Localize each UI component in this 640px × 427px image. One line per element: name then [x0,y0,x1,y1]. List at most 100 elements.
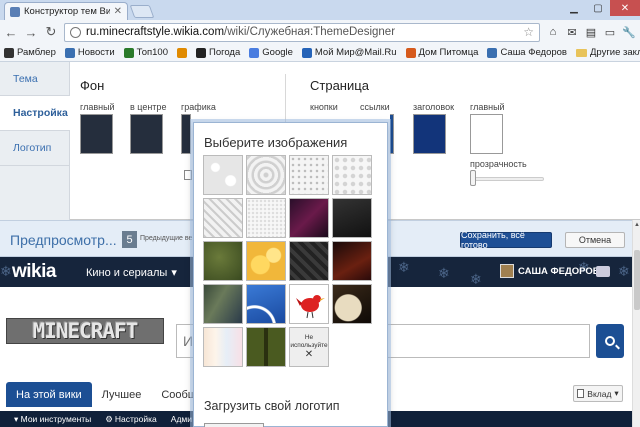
bookmark-label: Погода [208,47,241,58]
url-host: ru.minecraftstyle.wikia.com [86,26,225,38]
swatch-label: главный [80,102,115,112]
forward-icon[interactable]: → [24,25,38,40]
background-tile[interactable] [289,198,329,238]
background-section-title: Фон [80,78,105,93]
bookmark-item[interactable]: Google [249,47,293,58]
url-text[interactable]: ru.minecraftstyle.wikia.com/wiki/Служебн… [86,26,518,38]
background-tile[interactable] [246,241,286,281]
background-tile[interactable] [332,241,372,281]
wiki-logo-text: MINECRAFT [32,319,139,343]
background-tile[interactable] [289,155,329,195]
background-tile[interactable] [246,155,286,195]
wiki-logo[interactable]: MINECRAFT [6,318,164,344]
no-image-tile[interactable]: Не используйте ✕ [289,327,329,367]
snowflake-icon: ❄ [438,265,450,281]
gear-icon: ⚙ [105,413,113,424]
extension-icons: ⌂ ✉ ▤ ▭ 🔧 [546,25,636,39]
bookmark-item[interactable]: Погода [195,47,241,58]
background-tile[interactable] [203,155,243,195]
mail-extension-icon[interactable]: ✉ [565,25,579,39]
transparency-slider-track[interactable] [472,177,544,181]
user-menu[interactable]: САША ФЕДОРОВ ▾ [500,264,608,278]
back-icon[interactable]: ← [4,25,18,40]
home-icon[interactable]: ⌂ [546,25,560,39]
tab-best[interactable]: Лучшее [92,382,152,407]
minimize-icon[interactable]: ▁ [562,0,586,16]
search-button[interactable] [596,324,624,358]
wikia-favicon-icon [10,6,20,17]
background-tile[interactable] [332,284,372,324]
picker-title: Выберите изображения [204,135,348,150]
contribute-button[interactable]: Вклад ▾ [573,385,623,402]
bookmark-item[interactable]: Топ100 [123,47,168,58]
upload-logo-title: Загрузить свой логотип [204,399,340,413]
tab-title: Конструктор тем Викия [24,6,110,17]
pet-home-icon [405,47,416,58]
bg-main-color-swatch[interactable] [80,114,113,154]
history-count-badge[interactable]: 5 [122,231,137,248]
page-menu-icon[interactable]: ▭ [603,25,617,39]
bookmark-item[interactable]: Новости [64,47,115,58]
bookmark-item[interactable] [176,47,187,58]
username: САША ФЕДОРОВ [518,265,600,277]
bg-center-color-swatch[interactable] [130,114,163,154]
bookmark-star-icon[interactable]: ☆ [523,25,534,39]
background-tile[interactable] [246,327,286,367]
window-close-icon[interactable]: ✕ [610,0,640,16]
url-path: /wiki/Служебная:ThemeDesigner [224,26,396,38]
links-color-swatch[interactable] [390,114,394,154]
other-bookmarks-label: Другие закладки [589,47,640,58]
bookmark-item[interactable]: Мой Мир@Mail.Ru [301,47,397,58]
graphic-checkbox[interactable] [184,170,192,180]
swatch-label: заголовок [413,102,455,112]
close-tab-icon[interactable]: ✕ [114,6,122,17]
bookmark-item[interactable]: Дом Питомца [405,47,478,58]
background-tile[interactable] [332,198,372,238]
wikia-logo[interactable]: wikia [12,261,56,283]
background-tile[interactable] [203,327,243,367]
wrench-menu-icon[interactable]: 🔧 [622,25,636,39]
weather-icon [195,47,206,58]
wikia-hub-menu[interactable]: Кино и сериалы ▾ [86,266,177,280]
browser-tab[interactable]: Конструктор тем Викия ✕ [4,2,128,20]
scrollbar-thumb[interactable] [634,250,640,310]
background-tile[interactable] [289,241,329,281]
header-color-swatch[interactable] [413,114,446,154]
maximize-icon[interactable]: ▢ [586,0,610,16]
save-button[interactable]: Сохранить, всё готово [460,230,552,250]
address-bar[interactable]: ru.minecraftstyle.wikia.com/wiki/Служебн… [64,22,540,42]
swatch-label: графика [181,102,216,112]
tab-theme[interactable]: Тема [0,62,69,96]
toolbar-item-admin[interactable]: Адми [171,414,192,424]
background-tile[interactable] [203,241,243,281]
tab-on-this-wiki[interactable]: На этой вики [6,382,92,407]
search-placeholder: И [183,333,194,349]
background-tile[interactable] [246,198,286,238]
tab-logo[interactable]: Логотип [0,131,69,166]
background-tile[interactable] [289,284,329,324]
previous-versions-link[interactable]: Предыдущие ве [140,235,192,242]
notes-extension-icon[interactable]: ▤ [584,25,598,39]
tab-customize[interactable]: Настройка [0,96,70,131]
toolbar-item-my-tools[interactable]: ▾ Мои инструменты [14,414,91,425]
bookmark-item[interactable]: Рамблер [4,47,56,58]
background-tile[interactable] [203,198,243,238]
toolbar-item-customize[interactable]: ⚙ Настройка [105,414,156,425]
page-main-color-swatch[interactable] [470,114,503,154]
hub-label: Кино и сериалы [86,266,168,279]
page-scrollbar[interactable]: ▲ [632,220,640,427]
bg-graphic-swatch[interactable] [181,114,191,154]
new-tab-button[interactable] [129,5,155,18]
page-info-icon[interactable] [70,26,81,38]
chat-icon[interactable] [596,266,610,277]
background-tile[interactable] [246,284,286,324]
background-tile[interactable] [332,155,372,195]
transparency-slider-handle[interactable] [470,170,476,186]
background-tile[interactable] [203,284,243,324]
cancel-button[interactable]: Отмена [565,232,625,248]
other-bookmarks[interactable]: Другие закладки [575,47,640,58]
bookmark-item[interactable]: Саша Федоров [487,47,567,58]
choose-file-button[interactable] [204,423,264,427]
scroll-up-icon[interactable]: ▲ [634,222,640,228]
reload-icon[interactable]: ↻ [44,24,58,40]
